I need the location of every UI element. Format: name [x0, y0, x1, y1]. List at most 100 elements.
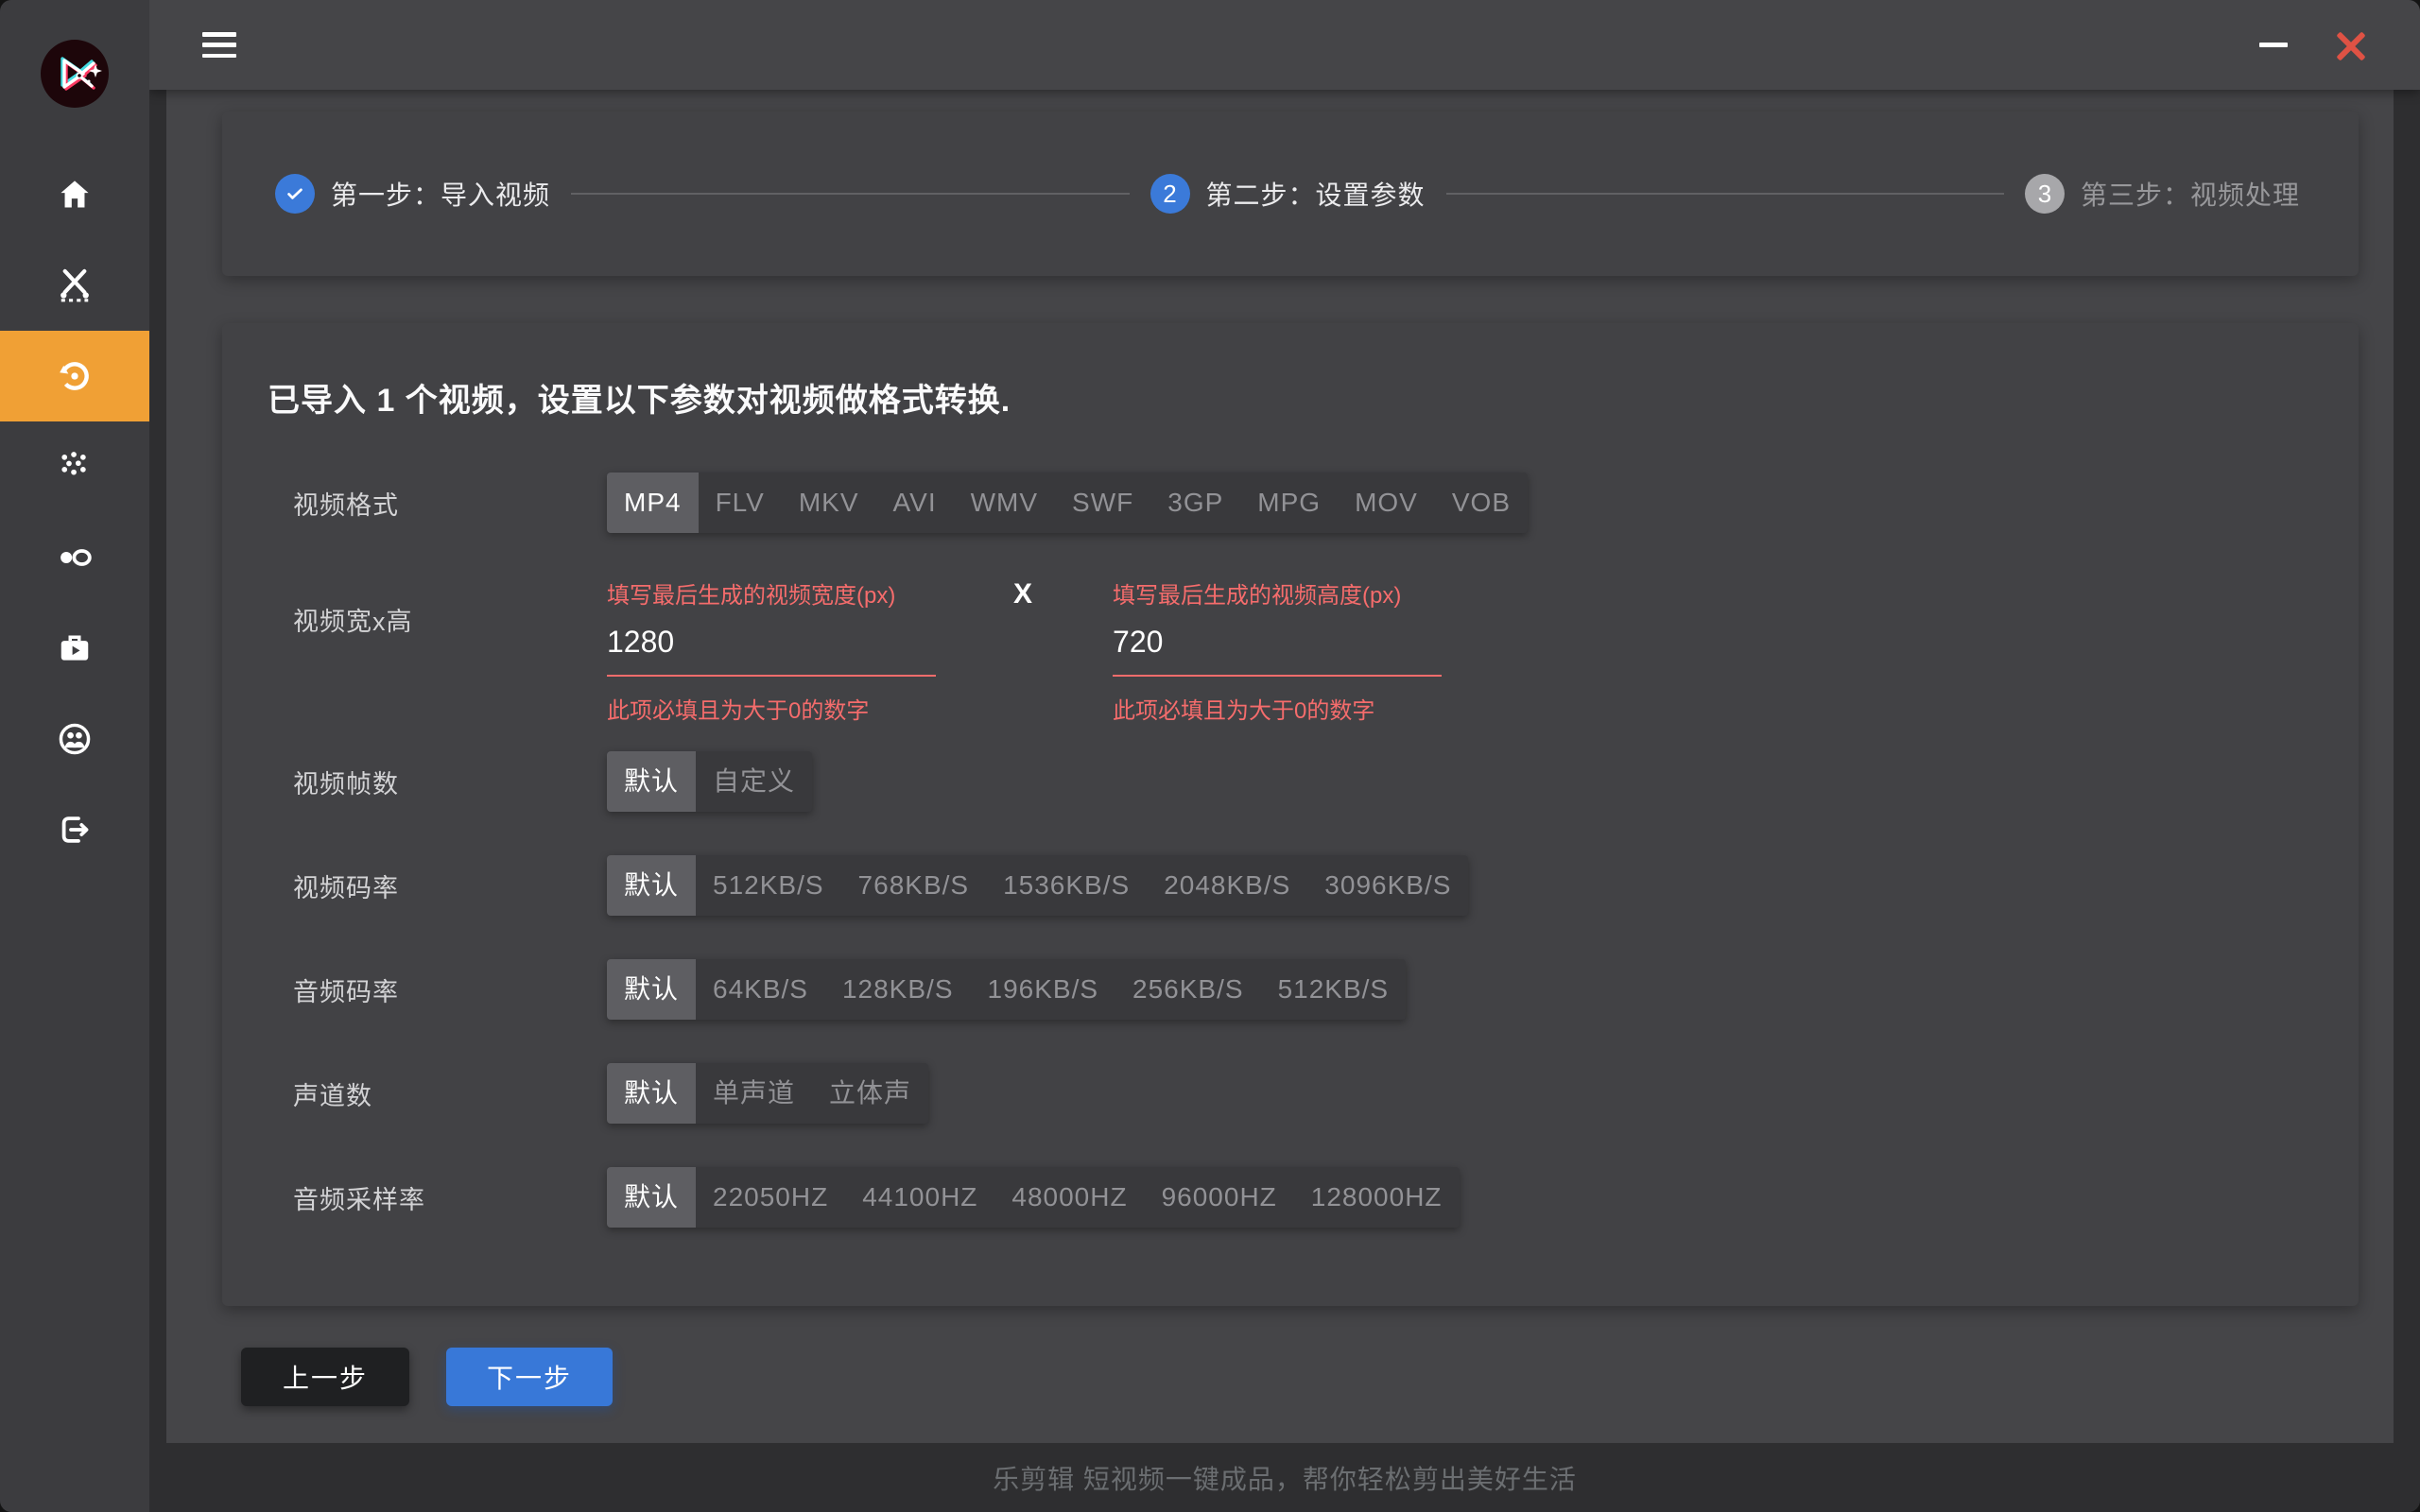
form-rows: 视频格式 MP4 FLV MKV AVI WMV SWF 3GP MPG MOV…	[293, 472, 2313, 1228]
step-connector	[1446, 193, 2004, 195]
segment-option[interactable]: 512KB/S	[696, 855, 841, 916]
sidebar-item-videos[interactable]	[0, 603, 149, 694]
segment-option[interactable]: 立体声	[812, 1063, 928, 1124]
form-row-channels: 声道数 默认 单声道 立体声	[293, 1063, 2313, 1124]
segment-option[interactable]: 2048KB/S	[1147, 855, 1307, 916]
form-row-video-bitrate: 视频码率 默认 512KB/S 768KB/S 1536KB/S 2048KB/…	[293, 855, 2313, 916]
segment-option[interactable]: AVI	[876, 472, 954, 533]
people-icon	[57, 721, 93, 757]
channels-group: 默认 单声道 立体声	[607, 1063, 928, 1124]
sidebar-item-exit[interactable]	[0, 784, 149, 875]
row-label: 音频码率	[293, 971, 607, 1008]
dots-icon	[57, 449, 93, 485]
video-bitrate-group: 默认 512KB/S 768KB/S 1536KB/S 2048KB/S 309…	[607, 855, 1468, 916]
step-2-number: 2	[1150, 174, 1190, 214]
segment-option[interactable]: 512KB/S	[1261, 959, 1407, 1020]
step-2-label: 第二步：设置参数	[1206, 175, 1426, 213]
segment-option[interactable]: SWF	[1055, 472, 1150, 533]
segment-option[interactable]: 22050HZ	[696, 1167, 845, 1228]
wizard-actions: 上一步 下一步	[241, 1348, 2394, 1406]
segment-option[interactable]: FLV	[699, 472, 782, 533]
convert-rotate-icon	[57, 358, 93, 394]
step-3: 3 第三步：视频处理	[2025, 174, 2300, 214]
panel-heading: 已导入 1 个视频，设置以下参数对视频做格式转换.	[268, 374, 2313, 421]
logo-icon	[41, 40, 109, 108]
segment-option[interactable]: 196KB/S	[971, 959, 1116, 1020]
segment-option[interactable]: 默认	[607, 1063, 696, 1124]
segment-option[interactable]: MOV	[1338, 472, 1435, 533]
sidebar-item-record[interactable]	[0, 512, 149, 603]
step-1: 第一步：导入视频	[275, 174, 550, 214]
frame-rate-group: 默认 自定义	[607, 751, 812, 812]
segment-option[interactable]: MP4	[607, 472, 699, 533]
sample-rate-group: 默认 22050HZ 44100HZ 48000HZ 96000HZ 12800…	[607, 1167, 1460, 1228]
app-window: 第一步：导入视频 2 第二步：设置参数 3 第三步：视频处理 已导入 1 个视频…	[0, 0, 2420, 1512]
app-logo	[0, 0, 149, 108]
segment-option[interactable]: 128000HZ	[1294, 1167, 1460, 1228]
video-format-group: MP4 FLV MKV AVI WMV SWF 3GP MPG MOV VOB	[607, 472, 1528, 533]
segment-option[interactable]: 默认	[607, 751, 696, 812]
main-content: 第一步：导入视频 2 第二步：设置参数 3 第三步：视频处理 已导入 1 个视频…	[166, 90, 2394, 1443]
step-1-label: 第一步：导入视频	[331, 175, 550, 213]
segment-option[interactable]: 44100HZ	[845, 1167, 994, 1228]
row-label: 声道数	[293, 1075, 607, 1112]
sidebar-item-edit[interactable]	[0, 240, 149, 331]
segment-option[interactable]: 单声道	[696, 1063, 812, 1124]
size-separator: X	[1013, 578, 1032, 610]
sidebar-item-community[interactable]	[0, 694, 149, 784]
segment-option[interactable]: 3096KB/S	[1307, 855, 1468, 916]
segment-option[interactable]: 自定义	[696, 751, 812, 812]
sidebar-item-convert[interactable]	[0, 331, 149, 421]
width-field: 填写最后生成的视频宽度(px) 此项必填且为大于0的数字	[607, 576, 936, 725]
segment-option[interactable]: 128KB/S	[825, 959, 971, 1020]
width-error: 此项必填且为大于0的数字	[607, 692, 936, 725]
minimize-icon	[2259, 43, 2288, 47]
row-label: 视频帧数	[293, 764, 607, 800]
minimize-button[interactable]	[2257, 28, 2290, 60]
segment-option[interactable]: 默认	[607, 959, 696, 1020]
form-row-frame-rate: 视频帧数 默认 自定义	[293, 751, 2313, 812]
parameters-panel: 已导入 1 个视频，设置以下参数对视频做格式转换. 视频格式 MP4 FLV M…	[222, 323, 2359, 1306]
segment-option[interactable]: MKV	[782, 472, 876, 533]
footer-slogan: 乐剪辑 短视频一键成品，帮你轻松剪出美好生活	[993, 1459, 1577, 1497]
segment-option[interactable]: MPG	[1240, 472, 1338, 533]
segment-option[interactable]: WMV	[954, 472, 1055, 533]
height-hint: 填写最后生成的视频高度(px)	[1113, 576, 1442, 610]
height-error: 此项必填且为大于0的数字	[1113, 692, 1442, 725]
prev-step-button[interactable]: 上一步	[241, 1348, 409, 1406]
height-input[interactable]	[1113, 613, 1442, 677]
logout-icon	[57, 812, 93, 848]
audio-bitrate-group: 默认 64KB/S 128KB/S 196KB/S 256KB/S 512KB/…	[607, 959, 1406, 1020]
form-row-audio-bitrate: 音频码率 默认 64KB/S 128KB/S 196KB/S 256KB/S 5…	[293, 959, 2313, 1020]
segment-option[interactable]: 256KB/S	[1115, 959, 1261, 1020]
home-icon	[57, 177, 93, 213]
segment-option[interactable]: 96000HZ	[1145, 1167, 1294, 1228]
segment-option[interactable]: 默认	[607, 1167, 696, 1228]
segment-option[interactable]: 默认	[607, 855, 696, 916]
record-icon	[57, 540, 93, 576]
row-label: 视频格式	[293, 485, 607, 522]
segment-option[interactable]: 1536KB/S	[986, 855, 1147, 916]
segment-option[interactable]: 48000HZ	[994, 1167, 1144, 1228]
step-indicator: 第一步：导入视频 2 第二步：设置参数 3 第三步：视频处理	[222, 112, 2359, 276]
height-field: 填写最后生成的视频高度(px) 此项必填且为大于0的数字	[1113, 576, 1442, 725]
sidebar-item-home[interactable]	[0, 149, 149, 240]
width-hint: 填写最后生成的视频宽度(px)	[607, 576, 936, 610]
next-step-button[interactable]: 下一步	[446, 1348, 613, 1406]
close-button[interactable]	[2332, 27, 2370, 65]
segment-option[interactable]: 3GP	[1150, 472, 1240, 533]
row-label: 视频宽x高	[293, 576, 607, 638]
form-row-video-size: 视频宽x高 填写最后生成的视频宽度(px) 此项必填且为大于0的数字 X 填写最…	[293, 576, 2313, 725]
menu-button[interactable]	[202, 32, 236, 58]
width-input[interactable]	[607, 613, 936, 677]
sidebar-item-effects[interactable]	[0, 421, 149, 512]
segment-option[interactable]: 768KB/S	[841, 855, 987, 916]
form-row-sample-rate: 音频采样率 默认 22050HZ 44100HZ 48000HZ 96000HZ…	[293, 1167, 2313, 1228]
sidebar	[0, 0, 149, 1512]
segment-option[interactable]: 64KB/S	[696, 959, 825, 1020]
titlebar	[149, 0, 2420, 90]
row-label: 音频采样率	[293, 1179, 607, 1216]
segment-option[interactable]: VOB	[1435, 472, 1528, 533]
step-2: 2 第二步：设置参数	[1150, 174, 1426, 214]
row-label: 视频码率	[293, 868, 607, 904]
